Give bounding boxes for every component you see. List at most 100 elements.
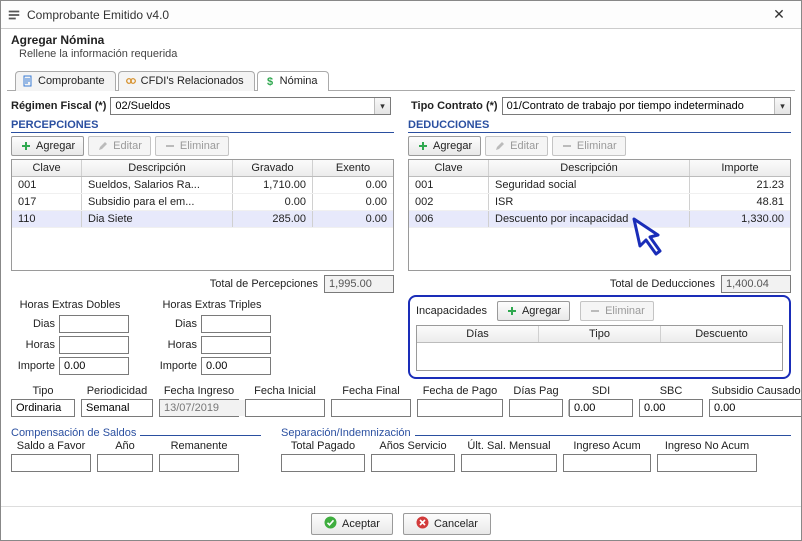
- percepciones-panel: PERCEPCIONES Agregar Editar Eliminar Cla…: [11, 119, 394, 379]
- col-gravado[interactable]: Gravado: [233, 160, 313, 176]
- cancel-icon: [416, 516, 429, 532]
- svg-text:$: $: [267, 76, 273, 87]
- percepciones-table[interactable]: Clave Descripción Gravado Exento 001Suel…: [11, 159, 394, 271]
- deducciones-add-button[interactable]: Agregar: [408, 136, 481, 156]
- chevron-down-icon[interactable]: ▾: [774, 98, 790, 114]
- tab-bar: Comprobante CFDI's Relacionados $ Nómina: [7, 70, 795, 91]
- dias-pag-input[interactable]: [509, 399, 563, 417]
- minus-icon: [164, 140, 176, 152]
- plus-icon: [417, 140, 429, 152]
- col-importe[interactable]: Importe: [690, 160, 790, 176]
- triples-horas-input[interactable]: [201, 336, 271, 354]
- percepciones-delete-button[interactable]: Eliminar: [155, 136, 229, 156]
- bottom-fields-row: Tipo ▾ Periodicidad ▾ Fecha Ingreso ▾ Fe…: [11, 385, 791, 417]
- fecha-ingreso-combo[interactable]: ▾: [159, 399, 239, 417]
- close-icon[interactable]: ✕: [763, 6, 795, 23]
- col-clave[interactable]: Clave: [409, 160, 489, 176]
- table-row[interactable]: 001Sueldos, Salarios Ra...1,710.000.00: [12, 177, 393, 194]
- incapacidades-add-button[interactable]: Agregar: [497, 301, 570, 321]
- deducciones-panel: DEDUCCIONES Agregar Editar Eliminar Clav…: [408, 119, 791, 379]
- total-deducciones-label: Total de Deducciones: [610, 278, 715, 290]
- fecha-inicial-combo[interactable]: ▾: [245, 399, 325, 417]
- minus-icon: [589, 305, 601, 317]
- col-descripcion[interactable]: Descripción: [82, 160, 233, 176]
- regimen-fiscal-label: Régimen Fiscal (*): [11, 100, 106, 112]
- deducciones-title: DEDUCCIONES: [408, 119, 791, 133]
- tab-cfdi-relacionados[interactable]: CFDI's Relacionados: [118, 71, 255, 91]
- deducciones-edit-button[interactable]: Editar: [485, 136, 548, 156]
- triples-importe-input[interactable]: [201, 357, 271, 375]
- pencil-icon: [494, 140, 506, 152]
- horas-triples-title: Horas Extras Triples: [153, 299, 271, 311]
- dobles-dias-input[interactable]: [59, 315, 129, 333]
- aceptar-button[interactable]: Aceptar: [311, 513, 393, 535]
- deducciones-table[interactable]: Clave Descripción Importe 001Seguridad s…: [408, 159, 791, 271]
- compensacion-saldos-panel: Compensación de Saldos Saldo a Favor Año…: [11, 435, 261, 472]
- horas-dobles-title: Horas Extras Dobles: [11, 299, 129, 311]
- tab-label: Nómina: [280, 75, 318, 87]
- percepciones-add-button[interactable]: Agregar: [11, 136, 84, 156]
- document-icon: [22, 75, 34, 87]
- regimen-fiscal-input[interactable]: [111, 98, 374, 114]
- header: Agregar Nómina Rellene la información re…: [1, 29, 801, 66]
- ingreso-acum-input[interactable]: [563, 454, 651, 472]
- link-icon: [125, 75, 137, 87]
- saldo-favor-input[interactable]: [11, 454, 91, 472]
- app-window: Comprobante Emitido v4.0 ✕ Agregar Nómin…: [0, 0, 802, 541]
- table-row[interactable]: 006Descuento por incapacidad1,330.00: [409, 211, 790, 228]
- sbc-input[interactable]: [639, 399, 703, 417]
- tipo-contrato-input[interactable]: [503, 98, 774, 114]
- percepciones-edit-button[interactable]: Editar: [88, 136, 151, 156]
- dobles-horas-input[interactable]: [59, 336, 129, 354]
- anio-input[interactable]: [97, 454, 153, 472]
- col-exento[interactable]: Exento: [313, 160, 393, 176]
- tab-nomina[interactable]: $ Nómina: [257, 71, 329, 91]
- plus-icon: [506, 305, 518, 317]
- dollar-icon: $: [264, 75, 276, 87]
- table-row[interactable]: 001Seguridad social21.23: [409, 177, 790, 194]
- window-title: Comprobante Emitido v4.0: [27, 8, 763, 22]
- total-percepciones-label: Total de Percepciones: [210, 278, 318, 290]
- col-dias[interactable]: Días: [417, 326, 539, 342]
- total-pagado-input[interactable]: [281, 454, 365, 472]
- fecha-final-combo[interactable]: ▾: [331, 399, 411, 417]
- triples-dias-input[interactable]: [201, 315, 271, 333]
- subsidio-input[interactable]: [709, 399, 801, 417]
- minus-icon: [561, 140, 573, 152]
- col-descuento[interactable]: Descuento: [661, 326, 782, 342]
- col-tipo[interactable]: Tipo: [539, 326, 661, 342]
- tab-label: Comprobante: [38, 75, 105, 87]
- total-percepciones-value: [324, 275, 394, 293]
- table-row[interactable]: 110Dia Siete285.000.00: [12, 211, 393, 228]
- dobles-importe-input[interactable]: [59, 357, 129, 375]
- tipo-combo[interactable]: ▾: [11, 399, 75, 417]
- ult-sal-mensual-input[interactable]: [461, 454, 557, 472]
- table-row[interactable]: 002ISR48.81: [409, 194, 790, 211]
- tab-label: CFDI's Relacionados: [141, 75, 244, 87]
- titlebar: Comprobante Emitido v4.0 ✕: [1, 1, 801, 29]
- cancelar-button[interactable]: Cancelar: [403, 513, 491, 535]
- regimen-fiscal-combo[interactable]: ▾: [110, 97, 391, 115]
- pencil-icon: [97, 140, 109, 152]
- col-descripcion[interactable]: Descripción: [489, 160, 690, 176]
- page-subtitle: Rellene la información requerida: [19, 48, 791, 60]
- anios-servicio-input[interactable]: [371, 454, 455, 472]
- table-row[interactable]: 017Subsidio para el em...0.000.00: [12, 194, 393, 211]
- col-clave[interactable]: Clave: [12, 160, 82, 176]
- tipo-contrato-combo[interactable]: ▾: [502, 97, 791, 115]
- horas-extras-block: Horas Extras Dobles Dias Horas Importe H…: [11, 299, 394, 378]
- deducciones-delete-button[interactable]: Eliminar: [552, 136, 626, 156]
- chevron-down-icon[interactable]: ▾: [374, 98, 390, 114]
- incapacidades-table[interactable]: Días Tipo Descuento: [416, 325, 783, 371]
- fecha-pago-combo[interactable]: ▾: [417, 399, 503, 417]
- separacion-indemnizacion-panel: Separación/Indemnización Total Pagado Añ…: [281, 435, 791, 472]
- incapacidades-delete-button[interactable]: Eliminar: [580, 301, 654, 321]
- sdi-input[interactable]: [569, 399, 633, 417]
- plus-icon: [20, 140, 32, 152]
- periodicidad-combo[interactable]: ▾: [81, 399, 153, 417]
- page-title: Agregar Nómina: [11, 33, 791, 47]
- remanente-input[interactable]: [159, 454, 239, 472]
- tab-comprobante[interactable]: Comprobante: [15, 71, 116, 91]
- ingreso-no-acum-input[interactable]: [657, 454, 757, 472]
- incapacidades-title: Incapacidades: [416, 305, 487, 317]
